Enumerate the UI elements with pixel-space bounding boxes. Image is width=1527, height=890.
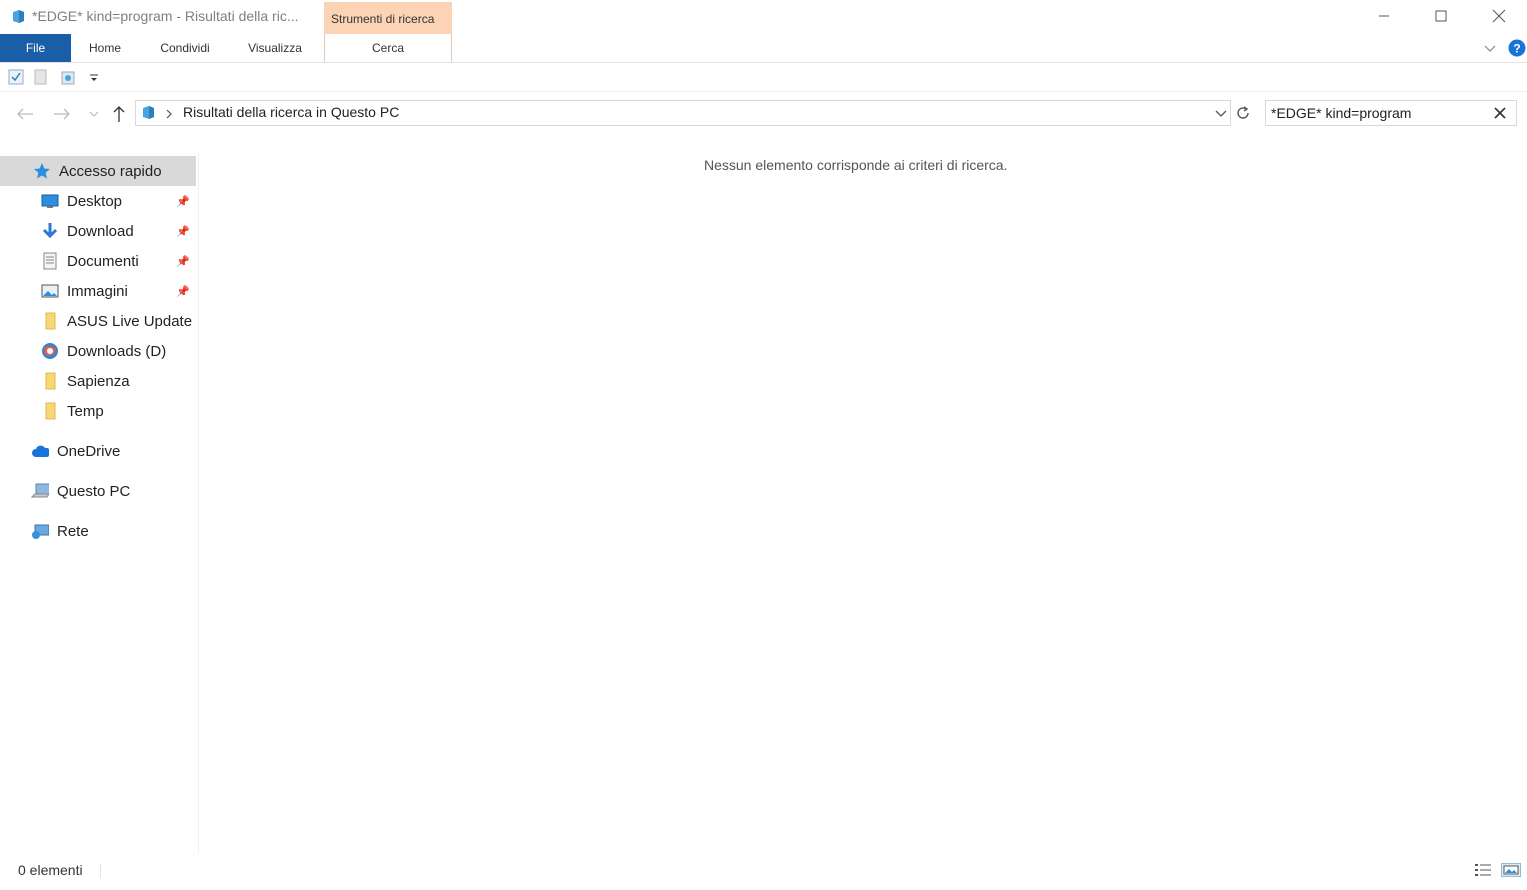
ribbon-tabs-bar — [0, 34, 1527, 63]
nav-item-quick-access[interactable]: Accesso rapido — [0, 156, 196, 186]
pin-icon[interactable]: 📌 — [176, 255, 190, 268]
nav-item-desktop[interactable]: Desktop 📌 — [41, 186, 196, 216]
tab-visualizza[interactable]: Visualizza — [235, 34, 315, 62]
breadcrumb-chevron-icon[interactable] — [165, 107, 173, 119]
tab-file[interactable]: File — [0, 34, 71, 62]
star-icon — [33, 162, 51, 180]
large-icons-view-icon[interactable] — [1501, 863, 1521, 877]
quick-access-toolbar — [0, 63, 1527, 92]
recent-locations-chevron-icon[interactable] — [84, 104, 104, 124]
address-dropdown-chevron-icon[interactable] — [1214, 107, 1228, 119]
tab-cerca[interactable]: Cerca — [324, 34, 452, 62]
nav-item-label: Immagini — [67, 282, 128, 300]
nav-item-label: OneDrive — [57, 442, 121, 460]
nav-item-download[interactable]: Download 📌 — [41, 216, 196, 246]
pictures-icon — [41, 282, 59, 300]
up-arrow-icon[interactable] — [109, 104, 129, 124]
customize-qat-icon[interactable] — [88, 71, 100, 83]
close-icon[interactable] — [1476, 0, 1522, 32]
empty-results-message: Nessun elemento corrisponde ai criteri d… — [704, 157, 1008, 173]
folder-icon — [41, 312, 59, 330]
nav-item-label: Downloads (D) — [67, 342, 167, 360]
pin-icon[interactable]: 📌 — [176, 225, 190, 238]
nav-item-documenti[interactable]: Documenti 📌 — [41, 246, 196, 276]
nav-item-downloads-d[interactable]: Downloads (D) — [41, 336, 196, 366]
clear-search-icon[interactable] — [1493, 106, 1507, 120]
folder-icon — [41, 372, 59, 390]
nav-item-label: Temp — [67, 402, 104, 420]
cloud-icon — [31, 442, 49, 460]
nav-item-label: Accesso rapido — [59, 162, 162, 180]
maximize-icon[interactable] — [1418, 0, 1464, 32]
nav-item-sapienza[interactable]: Sapienza — [41, 366, 196, 396]
nav-item-label: Download — [67, 222, 134, 240]
minimize-icon[interactable] — [1361, 0, 1407, 32]
computer-icon — [31, 482, 49, 500]
nav-item-label: Questo PC — [57, 482, 131, 500]
nav-item-questo-pc[interactable]: Questo PC — [31, 476, 196, 506]
folder-icon — [41, 402, 59, 420]
help-icon[interactable]: ? — [1508, 39, 1526, 57]
documents-icon — [41, 252, 59, 270]
status-bar — [0, 856, 1527, 886]
search-results-icon — [140, 104, 156, 120]
tab-home[interactable]: Home — [74, 34, 136, 62]
ribbon-expand-chevron-icon[interactable] — [1482, 40, 1498, 56]
nav-item-label: Desktop — [67, 192, 123, 210]
status-divider — [100, 864, 101, 878]
nav-item-temp[interactable]: Temp — [41, 396, 196, 426]
window-title: *EDGE* kind=program - Risultati della ri… — [32, 8, 299, 24]
nav-item-onedrive[interactable]: OneDrive — [31, 436, 196, 466]
app-icon — [10, 8, 26, 24]
properties-icon[interactable] — [8, 69, 24, 85]
desktop-icon — [41, 192, 59, 210]
pin-icon[interactable]: 📌 — [176, 285, 190, 298]
nav-item-label: Documenti — [67, 252, 139, 270]
nav-item-asus-live-update[interactable]: ASUS Live Update — [41, 306, 196, 336]
network-icon — [31, 522, 49, 540]
item-count: 0 elementi — [18, 862, 83, 878]
nav-item-label: Sapienza — [67, 372, 130, 390]
nav-item-label: ASUS Live Update — [67, 312, 193, 330]
search-tools-context-header: Strumenti di ricerca — [324, 2, 452, 34]
details-view-icon[interactable] — [1474, 863, 1492, 877]
nav-item-immagini[interactable]: Immagini 📌 — [41, 276, 196, 306]
forward-arrow-icon[interactable] — [52, 104, 72, 124]
search-input-value[interactable]: *EDGE* kind=program — [1271, 105, 1411, 121]
nav-item-label: Rete — [57, 522, 89, 540]
new-folder-icon[interactable] — [34, 69, 48, 85]
breadcrumb-path[interactable]: Risultati della ricerca in Questo PC — [183, 104, 399, 120]
download-icon — [41, 222, 59, 240]
tab-condividi[interactable]: Condividi — [147, 34, 223, 62]
nav-item-rete[interactable]: Rete — [31, 516, 196, 546]
drive-icon — [41, 342, 59, 360]
pin-icon[interactable]: 📌 — [176, 195, 190, 208]
back-arrow-icon[interactable] — [15, 104, 35, 124]
svg-text:?: ? — [1513, 42, 1520, 56]
refresh-icon[interactable] — [1234, 104, 1252, 122]
recycle-icon[interactable] — [60, 69, 76, 85]
